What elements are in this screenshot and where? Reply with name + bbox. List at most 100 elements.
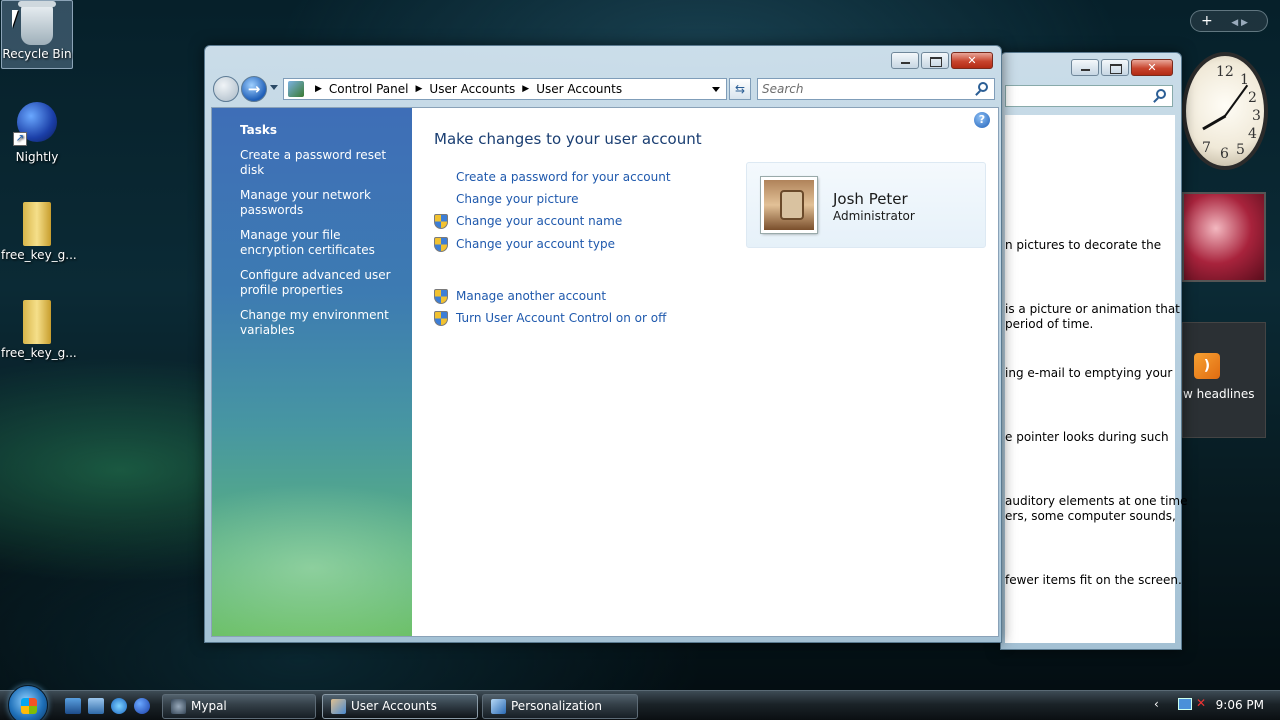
search-icon[interactable] (1156, 89, 1166, 99)
create-password-link[interactable]: Create a password for your account (456, 170, 671, 184)
task-manage-encryption-certificates[interactable]: Manage your file encryption certificates (240, 228, 400, 258)
avatar[interactable] (760, 176, 818, 234)
maximize-button[interactable] (921, 52, 949, 69)
add-gadget-icon[interactable]: + (1201, 13, 1213, 29)
user-accounts-icon (331, 699, 346, 714)
show-desktop-icon[interactable] (65, 698, 81, 714)
personalization-content: n pictures to decorate the is a picture … (1005, 115, 1187, 643)
personalization-icon (491, 699, 506, 714)
task-create-password-reset-disk[interactable]: Create a password reset disk (240, 148, 400, 178)
address-dropdown-icon[interactable] (712, 87, 720, 92)
toggle-uac-link[interactable]: Turn User Account Control on or off (456, 311, 666, 325)
desktop-icon-label: Recycle Bin (2, 47, 72, 61)
clock-number: 4 (1248, 126, 1257, 142)
search-input[interactable] (1005, 85, 1173, 107)
close-button[interactable]: ✕ (1131, 59, 1173, 76)
recent-pages-dropdown[interactable] (270, 85, 278, 90)
maximize-button[interactable] (1101, 59, 1129, 76)
task-manage-network-passwords[interactable]: Manage your network passwords (240, 188, 400, 218)
task-change-environment-variables[interactable]: Change my environment variables (240, 308, 400, 338)
breadcrumb-separator-icon[interactable]: ▶ (315, 84, 322, 94)
breadcrumb-control-panel[interactable]: Control Panel (329, 82, 409, 96)
clock-gadget: 12 1 2 3 4 5 6 7 (1182, 52, 1268, 170)
desktop-icon-label: Nightly (15, 150, 59, 164)
uac-shield-icon (434, 236, 448, 252)
desktop-icon-nightly[interactable]: ↗ Nightly (1, 98, 73, 164)
clock-number: 7 (1202, 140, 1211, 156)
browser-globe-icon[interactable] (134, 698, 150, 714)
user-account-card: Josh Peter Administrator (746, 162, 986, 248)
caption-buttons: ✕ (891, 52, 993, 69)
shortcut-arrow-icon: ↗ (13, 132, 27, 146)
clock-number: 3 (1252, 108, 1261, 124)
search-placeholder: Search (762, 82, 804, 96)
breadcrumb-user-accounts[interactable]: User Accounts (429, 82, 515, 96)
start-button[interactable] (8, 685, 48, 720)
navigation-bar: → ▶ Control Panel ▶ User Accounts ▶ User… (211, 76, 995, 102)
forward-button[interactable]: → (241, 76, 267, 102)
minimize-button[interactable] (891, 52, 919, 69)
refresh-button[interactable]: ⇆ (729, 78, 751, 100)
taskbar: Mypal User Accounts Personalization ‹ ✕ … (0, 685, 1280, 720)
personalization-window[interactable]: ✕ n pictures to decorate the is a pictur… (1000, 52, 1187, 650)
help-icon[interactable]: ? (974, 112, 990, 128)
zip-folder-icon (23, 202, 51, 246)
user-accounts-window[interactable]: ✕ → ▶ Control Panel ▶ User Accounts ▶ Us… (204, 45, 1002, 643)
recycle-bin-icon (18, 1, 56, 45)
sidebar-controls[interactable]: + ◀ ▶ (1190, 10, 1268, 32)
clock-number: 2 (1248, 90, 1257, 106)
description-text: ing e-mail to emptying your (1005, 366, 1173, 380)
taskbar-button-mypal[interactable]: Mypal (162, 694, 316, 719)
network-icon[interactable] (1178, 698, 1192, 710)
feed-label: w headlines (1183, 387, 1255, 401)
uac-shield-icon (434, 310, 448, 326)
search-icon[interactable] (978, 82, 988, 92)
uac-shield-icon (434, 288, 448, 304)
taskbar-clock[interactable]: 9:06 PM (1216, 698, 1264, 712)
user-name: Josh Peter (833, 190, 908, 208)
close-button[interactable]: ✕ (951, 52, 993, 69)
back-button[interactable] (213, 76, 239, 102)
link-row: Manage another account (434, 288, 606, 304)
minimize-button[interactable] (1071, 59, 1099, 76)
description-text: n pictures to decorate the (1005, 238, 1162, 252)
uac-shield-icon (434, 213, 448, 229)
clock-hour-hand (1202, 114, 1227, 131)
address-bar[interactable]: ▶ Control Panel ▶ User Accounts ▶ User A… (283, 78, 727, 100)
change-account-type-link[interactable]: Change your account type (456, 237, 615, 251)
clock-number: 5 (1236, 142, 1245, 158)
taskbar-button-user-accounts[interactable]: User Accounts (322, 694, 478, 719)
desktop-icon-zip-1[interactable]: free_key_g... (1, 196, 77, 262)
breadcrumb-separator-icon[interactable]: ▶ (522, 84, 529, 94)
desktop-icon-zip-2[interactable]: free_key_g... (1, 294, 77, 360)
clock-number: 6 (1220, 146, 1229, 162)
taskbar-button-label: User Accounts (351, 699, 437, 713)
volume-muted-icon[interactable]: ✕ (1196, 696, 1206, 710)
taskbar-button-personalization[interactable]: Personalization (482, 694, 638, 719)
link-row: Change your account name (434, 213, 622, 229)
show-hidden-icons-icon[interactable]: ‹ (1154, 697, 1159, 711)
breadcrumb-user-accounts-current[interactable]: User Accounts (536, 82, 622, 96)
tasks-pane: Tasks Create a password reset disk Manag… (212, 108, 412, 636)
manage-another-account-link[interactable]: Manage another account (456, 289, 606, 303)
task-configure-profile-properties[interactable]: Configure advanced user profile properti… (240, 268, 400, 298)
notification-area: ‹ ✕ 9:06 PM (1150, 693, 1280, 719)
user-role: Administrator (833, 209, 915, 223)
description-text: is a picture or animation that (1005, 302, 1180, 316)
nightly-globe-icon: ↗ (13, 102, 57, 146)
slideshow-gadget[interactable] (1182, 192, 1266, 282)
link-row: Turn User Account Control on or off (434, 310, 666, 326)
feed-headlines-gadget[interactable]: ) w headlines (1182, 322, 1266, 438)
search-input[interactable]: Search (757, 78, 995, 100)
breadcrumb-separator-icon[interactable]: ▶ (416, 84, 423, 94)
internet-explorer-icon[interactable] (111, 698, 127, 714)
link-row: Change your account type (434, 236, 615, 252)
change-account-name-link[interactable]: Change your account name (456, 214, 622, 228)
switch-windows-icon[interactable] (88, 698, 104, 714)
main-content: ? Make changes to your user account Crea… (412, 108, 998, 636)
taskbar-button-label: Mypal (191, 699, 227, 713)
description-text: fewer items fit on the screen. (1005, 573, 1182, 587)
rss-icon: ) (1194, 353, 1220, 379)
change-picture-link[interactable]: Change your picture (456, 192, 578, 206)
sidebar-prev-icon[interactable]: ◀ ▶ (1231, 18, 1248, 28)
